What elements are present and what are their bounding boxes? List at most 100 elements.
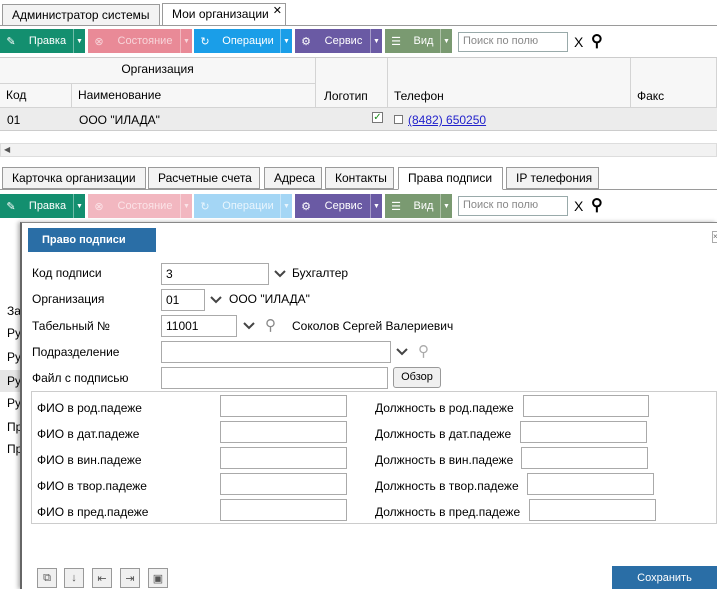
chevron-down-icon: ▼	[180, 29, 192, 53]
close-icon[interactable]: ✕	[273, 4, 282, 17]
position-label: Должность в твор.падеже	[375, 479, 519, 493]
list-icon: ☰	[391, 35, 401, 48]
pravka-button[interactable]: ✎ Правка ▼	[0, 29, 85, 53]
podr-input[interactable]	[161, 341, 391, 363]
position-input[interactable]	[521, 447, 648, 469]
chevron-down-icon: ▼	[73, 29, 85, 53]
tab-accounts[interactable]: Расчетные счета	[148, 167, 260, 189]
horizontal-scrollbar[interactable]: ◀	[0, 143, 717, 157]
pencil-icon: ✎	[6, 35, 16, 48]
sostoyanie-button[interactable]: ⊗ Состояние ▼	[88, 194, 192, 218]
tab-ip-telephony[interactable]: IP телефония	[506, 167, 599, 189]
org-text: ООО "ИЛАДА"	[229, 292, 310, 306]
clear-search-button[interactable]: X	[574, 34, 583, 50]
logo-checkbox[interactable]: ✓	[372, 112, 383, 123]
position-label: Должность в дат.падеже	[375, 427, 512, 441]
sostoyanie-button[interactable]: ⊗ Состояние ▼	[88, 29, 192, 53]
browse-button[interactable]: Обзор	[393, 367, 441, 388]
org-input[interactable]: 01	[161, 289, 205, 311]
dialog-title: Право подписи	[28, 228, 156, 252]
list-item: За	[7, 304, 21, 318]
position-label: Должность в пред.падеже	[375, 505, 521, 519]
chevron-down-icon: ▼	[280, 29, 292, 53]
operacii-button[interactable]: ↻ Операции ▼	[194, 29, 292, 53]
import-icon[interactable]: ⇤	[92, 568, 112, 588]
clear-search-button[interactable]: X	[574, 198, 583, 214]
chevron-down-icon[interactable]	[273, 267, 287, 281]
column-header-kod[interactable]: Код	[0, 84, 72, 108]
pencil-icon: ✎	[6, 200, 16, 213]
save-button[interactable]: Сохранить	[612, 566, 717, 589]
position-input[interactable]	[527, 473, 654, 495]
refresh-icon: ↻	[200, 200, 210, 213]
cancel-icon: ⊗	[94, 200, 104, 213]
fio-input[interactable]	[220, 499, 347, 521]
column-header-logo[interactable]: Логотип	[324, 89, 368, 103]
fio-input[interactable]	[220, 447, 347, 469]
copy-icon[interactable]: ⧉	[37, 568, 57, 588]
tab-my-orgs[interactable]: Мои организации ✕	[162, 3, 286, 26]
file-label: Файл с подписью	[32, 371, 129, 385]
vid-button[interactable]: ☰ Вид ▼	[385, 29, 452, 53]
search-icon[interactable]: ⚲	[265, 316, 276, 334]
file-input[interactable]	[161, 367, 388, 389]
chevron-down-icon[interactable]	[209, 293, 223, 307]
chevron-down-icon: ▼	[73, 194, 85, 218]
column-header-name[interactable]: Наименование	[72, 84, 316, 108]
search-icon[interactable]: ⚲	[418, 342, 429, 360]
position-label: Должность в вин.падеже	[375, 453, 514, 467]
tab-admin[interactable]: Администратор системы	[2, 4, 160, 26]
position-input[interactable]	[529, 499, 656, 521]
tab-contacts[interactable]: Контакты	[325, 167, 394, 189]
phone-checkbox[interactable]	[394, 115, 403, 124]
kod-input[interactable]: 3	[161, 263, 269, 285]
gear-icon: ⚙	[301, 200, 311, 213]
fio-label: ФИО в пред.падеже	[37, 505, 149, 519]
download-icon[interactable]: ↓	[64, 568, 84, 588]
list-icon: ☰	[391, 200, 401, 213]
org-label: Организация	[32, 292, 105, 306]
fio-label: ФИО в твор.падеже	[37, 479, 147, 493]
close-icon[interactable]: ×	[712, 231, 717, 243]
column-header-phone[interactable]: Телефон	[394, 89, 444, 103]
search-icon[interactable]: ⚲	[591, 195, 603, 215]
servis-button[interactable]: ⚙ Сервис ▼	[295, 194, 382, 218]
tab-signature-rights[interactable]: Права подписи	[398, 167, 503, 190]
fio-input[interactable]	[220, 473, 347, 495]
position-label: Должность в род.падеже	[375, 401, 514, 415]
position-input[interactable]	[520, 421, 647, 443]
tab-label: Табельный №	[32, 319, 110, 333]
fio-input[interactable]	[220, 395, 347, 417]
sostoyanie-label: Состояние	[117, 35, 173, 47]
export-icon[interactable]: ⇥	[120, 568, 140, 588]
refresh-icon: ↻	[200, 35, 210, 48]
pravka-button[interactable]: ✎ Правка ▼	[0, 194, 85, 218]
fio-input[interactable]	[220, 421, 347, 443]
tab-text: Соколов Сергей Валериевич	[292, 319, 454, 333]
chevron-down-icon[interactable]	[395, 345, 409, 359]
operacii-button[interactable]: ↻ Операции ▼	[194, 194, 292, 218]
chevron-down-icon[interactable]	[242, 319, 256, 333]
row-code: 01	[7, 113, 21, 127]
tab-divider	[0, 189, 717, 190]
row-name: ООО "ИЛАДА"	[79, 113, 160, 127]
vid-button[interactable]: ☰ Вид ▼	[385, 194, 452, 218]
column-header-fax[interactable]: Факс	[637, 89, 664, 103]
position-input[interactable]	[523, 395, 649, 417]
save-icon[interactable]: ▣	[148, 568, 168, 588]
podr-label: Подразделение	[32, 345, 120, 359]
search-input[interactable]: Поиск по полю	[458, 32, 568, 52]
search-icon[interactable]: ⚲	[591, 31, 603, 51]
gear-icon: ⚙	[301, 35, 311, 48]
table-row[interactable]: 01 ООО "ИЛАДА" ✓ (8482) 650250	[0, 108, 717, 131]
tab-addresses[interactable]: Адреса	[264, 167, 322, 189]
tab-input[interactable]: 11001	[161, 315, 237, 337]
vid-label: Вид	[413, 200, 434, 212]
scroll-left-icon[interactable]: ◀	[4, 145, 10, 154]
tab-card[interactable]: Карточка организации	[2, 167, 146, 189]
phone-link[interactable]: (8482) 650250	[408, 113, 486, 127]
list-item: Ру	[7, 396, 22, 410]
search-input[interactable]: Поиск по полю	[458, 196, 568, 216]
operacii-label: Операции	[222, 35, 274, 47]
servis-button[interactable]: ⚙ Сервис ▼	[295, 29, 382, 53]
